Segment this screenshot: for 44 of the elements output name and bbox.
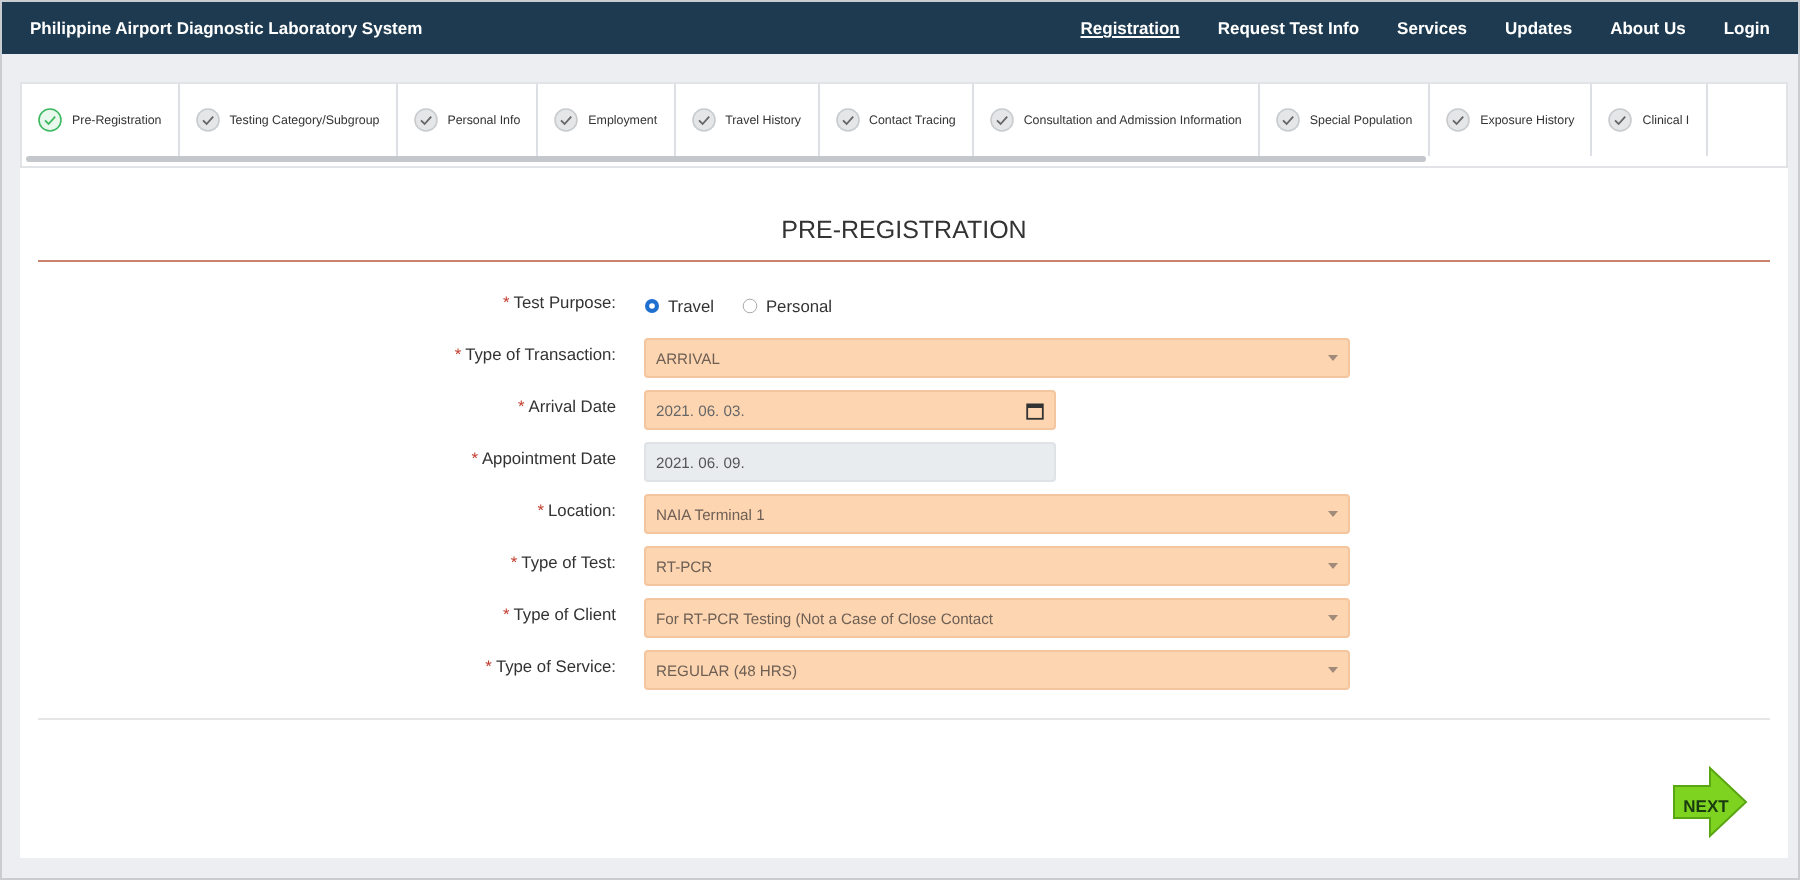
required-marker: * [537, 500, 544, 520]
radio-option[interactable]: Personal [741, 296, 833, 316]
field-label: Type of Client [513, 604, 616, 624]
required-marker: * [503, 604, 510, 624]
field-label: Type of Test: [521, 552, 616, 572]
check-icon [1275, 108, 1300, 132]
check-icon [691, 108, 716, 132]
next-button[interactable]: NEXT [1670, 762, 1750, 842]
check-icon [554, 108, 579, 132]
nav-link[interactable]: Services [1397, 18, 1468, 38]
required-marker: * [510, 552, 518, 572]
field-label: Location: [548, 500, 616, 520]
required-marker: * [503, 292, 510, 312]
required-marker: * [454, 344, 462, 364]
field-label: Arrival Date [528, 396, 616, 416]
caret-icon [1328, 562, 1338, 570]
field-label: Appointment Date [481, 448, 616, 468]
nav-link[interactable]: About Us [1610, 18, 1686, 38]
scrollbar[interactable] [26, 156, 1426, 162]
check-icon [1608, 108, 1633, 132]
caret-icon [1328, 614, 1338, 622]
check-icon [1446, 108, 1471, 132]
field-label: Type of Transaction: [465, 344, 616, 364]
nav-link[interactable]: Request Test Info [1217, 18, 1360, 38]
nav-link[interactable]: Updates [1505, 18, 1573, 38]
field-label: Test Purpose: [513, 292, 616, 312]
form-title: PRE-REGISTRATION [38, 168, 1770, 262]
field-label: Type of Service: [495, 656, 616, 676]
nav-link[interactable]: Login [1723, 18, 1770, 38]
required-marker: * [485, 656, 492, 676]
caret-icon [1328, 666, 1338, 674]
required-marker: * [471, 448, 478, 468]
check-icon [195, 108, 220, 132]
check-icon [835, 108, 859, 132]
calendar-icon [1026, 401, 1044, 419]
radio-option[interactable]: Travel [644, 296, 714, 316]
required-marker: * [517, 396, 525, 416]
site-title: Philippine Airport Diagnostic Laboratory System [30, 18, 425, 38]
nav-link[interactable]: Registration [1080, 18, 1180, 38]
check-icon [989, 108, 1014, 132]
check-icon [38, 108, 62, 132]
check-icon [413, 108, 438, 132]
caret-icon [1328, 354, 1338, 362]
caret-icon [1328, 510, 1338, 518]
